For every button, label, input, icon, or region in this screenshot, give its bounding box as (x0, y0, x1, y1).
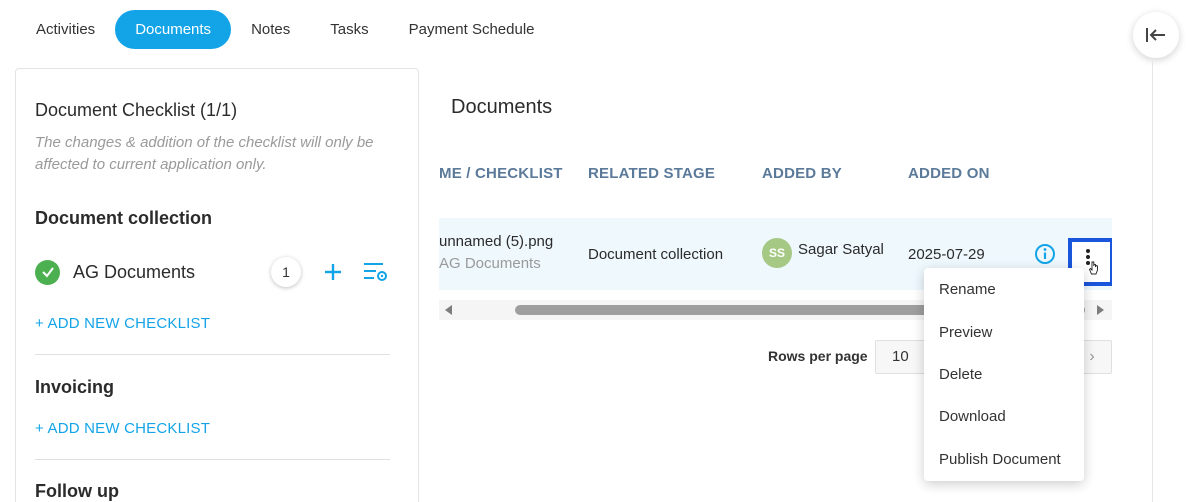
check-circle-icon (35, 259, 60, 285)
scroll-right-arrow-icon[interactable] (1097, 305, 1104, 315)
menu-item-preview[interactable]: Preview (939, 324, 992, 341)
plus-icon (325, 264, 341, 280)
menu-item-delete[interactable]: Delete (939, 366, 982, 383)
add-new-checklist-link[interactable]: + ADD NEW CHECKLIST (35, 420, 210, 437)
checklist-title: Document Checklist (1/1) (35, 100, 238, 120)
added-on-date: 2025-07-29 (908, 246, 985, 263)
document-count-badge[interactable]: 1 (271, 257, 301, 287)
tab-documents[interactable]: Documents (115, 10, 232, 49)
menu-item-publish-document[interactable]: Publish Document (939, 451, 1061, 468)
tab-tasks[interactable]: Tasks (310, 10, 388, 49)
tab-activities[interactable]: Activities (16, 10, 115, 49)
section-title-invoicing: Invoicing (35, 377, 115, 397)
scroll-left-arrow-icon[interactable] (445, 305, 452, 315)
column-header-name[interactable]: ME / CHECKLIST (439, 165, 563, 182)
checklist-item-label: AG Documents (73, 261, 196, 282)
column-header-added-on[interactable]: ADDED ON (908, 165, 990, 182)
rows-per-page-select[interactable]: 10 (875, 340, 931, 374)
documents-title: Documents (451, 96, 553, 118)
column-header-related-stage[interactable]: RELATED STAGE (588, 165, 715, 182)
related-stage: Document collection (588, 246, 724, 263)
document-checklist-panel: Document Checklist (1/1) The changes & a… (15, 68, 419, 502)
section-divider (35, 459, 390, 460)
column-header-added-by[interactable]: ADDED BY (762, 165, 842, 182)
added-by-name: Sagar Satyal (798, 241, 884, 258)
collapse-left-icon (1146, 28, 1165, 42)
add-new-checklist-link[interactable]: + ADD NEW CHECKLIST (35, 315, 210, 332)
info-icon[interactable] (1034, 243, 1056, 265)
rows-per-page-label: Rows per page (768, 348, 868, 364)
section-divider (35, 354, 390, 355)
menu-item-rename[interactable]: Rename (939, 281, 996, 298)
menu-item-download[interactable]: Download (939, 408, 1006, 425)
application-detail-page: Activities Documents Notes Tasks Payment… (0, 0, 1188, 502)
avatar: SS (762, 238, 792, 268)
checklist-item-ag-documents: AG Documents 1 (35, 257, 405, 287)
document-checklist: AG Documents (439, 255, 541, 272)
checklist-settings-button[interactable] (363, 259, 389, 285)
checklist-note: The changes & addition of the checklist … (35, 134, 374, 173)
section-title-document-collection: Document collection (35, 208, 213, 228)
tab-bar: Activities Documents Notes Tasks Payment… (16, 10, 555, 49)
panel-divider (1152, 60, 1153, 502)
more-vertical-icon (1086, 249, 1098, 275)
section-title-follow-up: Follow up (35, 481, 119, 501)
document-name[interactable]: unnamed (5).png (439, 233, 553, 250)
row-actions-menu: Rename Preview Delete Download Publish D… (924, 268, 1084, 481)
tab-notes[interactable]: Notes (231, 10, 310, 49)
add-document-button[interactable] (320, 259, 346, 285)
tab-payment-schedule[interactable]: Payment Schedule (389, 10, 555, 49)
list-settings-icon (364, 263, 387, 281)
collapse-panel-button[interactable] (1133, 12, 1179, 58)
